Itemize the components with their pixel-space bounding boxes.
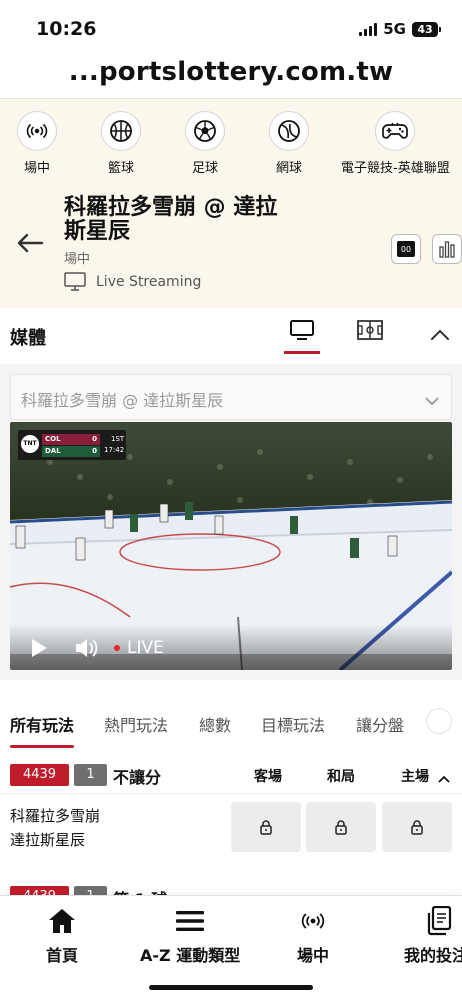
media-header: 媒體	[0, 308, 462, 364]
live-streaming-link[interactable]: Live Streaming	[64, 272, 201, 291]
stream-selector[interactable]: 科羅拉多雪崩 @ 達拉斯星辰	[10, 374, 452, 420]
video-player[interactable]: TNT COL 0 DAL 0 1ST 17:42 LIVE	[10, 422, 452, 670]
svg-text:00: 00	[401, 245, 411, 254]
category-soccer[interactable]: 足球	[185, 111, 225, 176]
home-icon	[46, 906, 78, 936]
tab-video[interactable]	[284, 318, 320, 354]
team-score: 0	[92, 447, 97, 455]
market-number-badge: 1	[74, 764, 107, 786]
tv-icon	[290, 320, 314, 340]
event-title: 科羅拉多雪崩 @ 達拉 斯星辰	[64, 195, 278, 244]
category-live[interactable]: 場中	[17, 111, 57, 176]
match-id-badge: 4439	[10, 764, 69, 786]
category-label: 籃球	[107, 161, 134, 176]
monitor-icon	[64, 272, 86, 291]
nav-home[interactable]: 首頁	[46, 906, 78, 966]
market-tabs: 所有玩法 熱門玩法 總數 目標玩法 讓分盤	[0, 700, 462, 748]
lock-icon	[411, 820, 423, 835]
team-abbr: DAL	[45, 447, 61, 455]
game-clock: 17:42	[104, 446, 125, 454]
column-home: 主場	[401, 769, 429, 785]
nav-live[interactable]: 場中	[297, 906, 329, 966]
market-row: 科羅拉多雪崩 達拉斯星辰	[0, 794, 462, 860]
chevron-down-icon	[425, 391, 439, 410]
category-label: 電子競技-英雄聯盟	[341, 161, 450, 176]
more-tabs-button[interactable]	[426, 708, 452, 734]
game-period: 1ST	[111, 435, 125, 443]
nav-label: 我的投注	[404, 946, 462, 965]
odds-button-draw[interactable]	[306, 802, 376, 852]
chevron-up-icon[interactable]	[430, 326, 450, 345]
copy-icon	[404, 906, 462, 936]
live-broadcast-icon	[17, 111, 57, 151]
column-away: 客場	[254, 769, 282, 785]
sport-category-bar: 場中 籃球 足球 網球 電子競技-英雄聯盟	[0, 98, 462, 182]
soccer-ball-icon	[185, 111, 225, 151]
scoreboard-button[interactable]: 00	[391, 234, 421, 264]
nav-label: 場中	[297, 946, 330, 965]
tab-goals[interactable]: 目標玩法	[261, 712, 325, 736]
category-esports-lol[interactable]: 電子競技-英雄聯盟	[341, 111, 450, 176]
signal-icon	[359, 22, 378, 36]
stream-selector-value: 科羅拉多雪崩 @ 達拉斯星辰	[21, 391, 224, 410]
tab-totals[interactable]: 總數	[199, 712, 231, 736]
video-controls: LIVE	[10, 624, 452, 670]
stats-button[interactable]	[432, 234, 462, 264]
live-indicator: LIVE	[114, 638, 164, 658]
tab-all-markets[interactable]: 所有玩法	[10, 712, 75, 748]
market-header[interactable]: 4439 1 不讓分 客場 和局 主場	[0, 752, 462, 794]
media-section: 媒體 科羅拉多雪崩 @ 達拉斯星辰 TNT COL 0 DAL 0 1ST 17…	[0, 308, 462, 680]
tennis-ball-icon	[269, 111, 309, 151]
scorebug: TNT COL 0 DAL 0 1ST 17:42	[18, 430, 126, 460]
market-name: 不讓分	[113, 768, 162, 787]
address-bar[interactable]: ...portslottery.com.tw	[0, 52, 462, 98]
category-label: 足球	[191, 161, 218, 176]
field-icon	[357, 320, 383, 340]
nav-label: 首頁	[46, 946, 79, 965]
category-tennis[interactable]: 網球	[269, 111, 309, 176]
team-name-away: 科羅拉多雪崩	[10, 807, 101, 825]
play-icon[interactable]	[30, 638, 48, 662]
team-name-home: 達拉斯星辰	[10, 831, 86, 849]
column-draw: 和局	[327, 769, 355, 785]
chevron-up-icon[interactable]	[438, 768, 450, 787]
category-label: 網球	[275, 161, 302, 176]
back-arrow-icon[interactable]	[16, 232, 44, 258]
media-title: 媒體	[10, 328, 46, 349]
menu-icon	[140, 906, 240, 936]
team-abbr: COL	[45, 435, 61, 443]
scoreboard-icon: 00	[397, 241, 415, 257]
tab-popular[interactable]: 熱門玩法	[104, 712, 168, 736]
event-header: 科羅拉多雪崩 @ 達拉 斯星辰 場中 Live Streaming 00	[0, 182, 462, 308]
category-label: 場中	[23, 161, 50, 176]
nav-label: A-Z 運動類型	[140, 946, 241, 965]
odds-button-away[interactable]	[231, 802, 301, 852]
status-bar: 10:26 5G 43	[0, 0, 462, 52]
network-logo: TNT	[21, 435, 39, 453]
tab-field-view[interactable]	[357, 320, 383, 344]
team-score: 0	[92, 435, 97, 443]
battery-icon: 43	[412, 21, 441, 37]
status-time: 10:26	[36, 18, 97, 40]
live-dot-icon	[114, 645, 120, 651]
nav-my-bets[interactable]: 我的投注	[404, 906, 462, 966]
network-type: 5G	[383, 20, 406, 38]
odds-button-home[interactable]	[382, 802, 452, 852]
gamepad-icon	[375, 111, 416, 151]
home-indicator	[149, 985, 313, 990]
bar-chart-icon	[439, 241, 455, 258]
volume-icon[interactable]	[74, 637, 98, 663]
tab-handicap[interactable]: 讓分盤	[356, 712, 404, 736]
lock-icon	[335, 820, 347, 835]
basketball-icon	[101, 111, 141, 151]
live-broadcast-icon	[297, 906, 329, 936]
category-basketball[interactable]: 籃球	[101, 111, 141, 176]
lock-icon	[260, 820, 272, 835]
event-status: 場中	[64, 252, 91, 267]
nav-sports-az[interactable]: A-Z 運動類型	[140, 906, 240, 966]
